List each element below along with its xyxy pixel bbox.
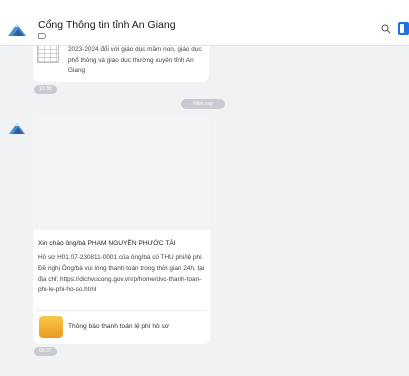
sender-avatar[interactable] [8,120,26,135]
message-time: 13:38 [34,85,57,94]
tag-icon[interactable] [38,33,46,39]
search-icon[interactable] [381,24,391,34]
document-thumbnail [37,45,59,63]
message-banner-image [33,118,210,230]
chat-window: 2023-2024 đối với giáo dục mầm non, giáo… [0,0,409,376]
top-strip [0,0,409,10]
attachment-item[interactable]: Thông báo thanh toán lệ phí hồ sơ [36,310,207,340]
payment-link[interactable]: https://dichvucong.gov.vn/p/home/dvc-tha… [38,276,201,294]
payment-notice-card[interactable]: Xin chào ông/bà PHẠM NGUYỄN PHƯỚC TÀI Hồ… [33,118,210,344]
message-time: 09:37 [34,347,57,356]
chat-header: Cổng Thông tin tỉnh An Giang [0,10,409,46]
message-body: Hồ sơ H01.07-230811-0001 của ông/bà có T… [38,253,206,296]
folder-icon [39,316,63,338]
previous-message-text: 2023-2024 đối với giáo dục mầm non, giáo… [68,46,202,74]
date-separator: Hôm nay [181,99,226,109]
side-panel-icon[interactable] [398,22,409,35]
attachment-label: Thông báo thanh toán lệ phí hồ sơ [68,323,170,330]
channel-logo-icon [8,24,26,36]
channel-title[interactable]: Cổng Thông tin tỉnh An Giang [38,19,176,31]
greeting-text: Xin chào ông/bà PHẠM NGUYỄN PHƯỚC TÀI [38,240,176,247]
